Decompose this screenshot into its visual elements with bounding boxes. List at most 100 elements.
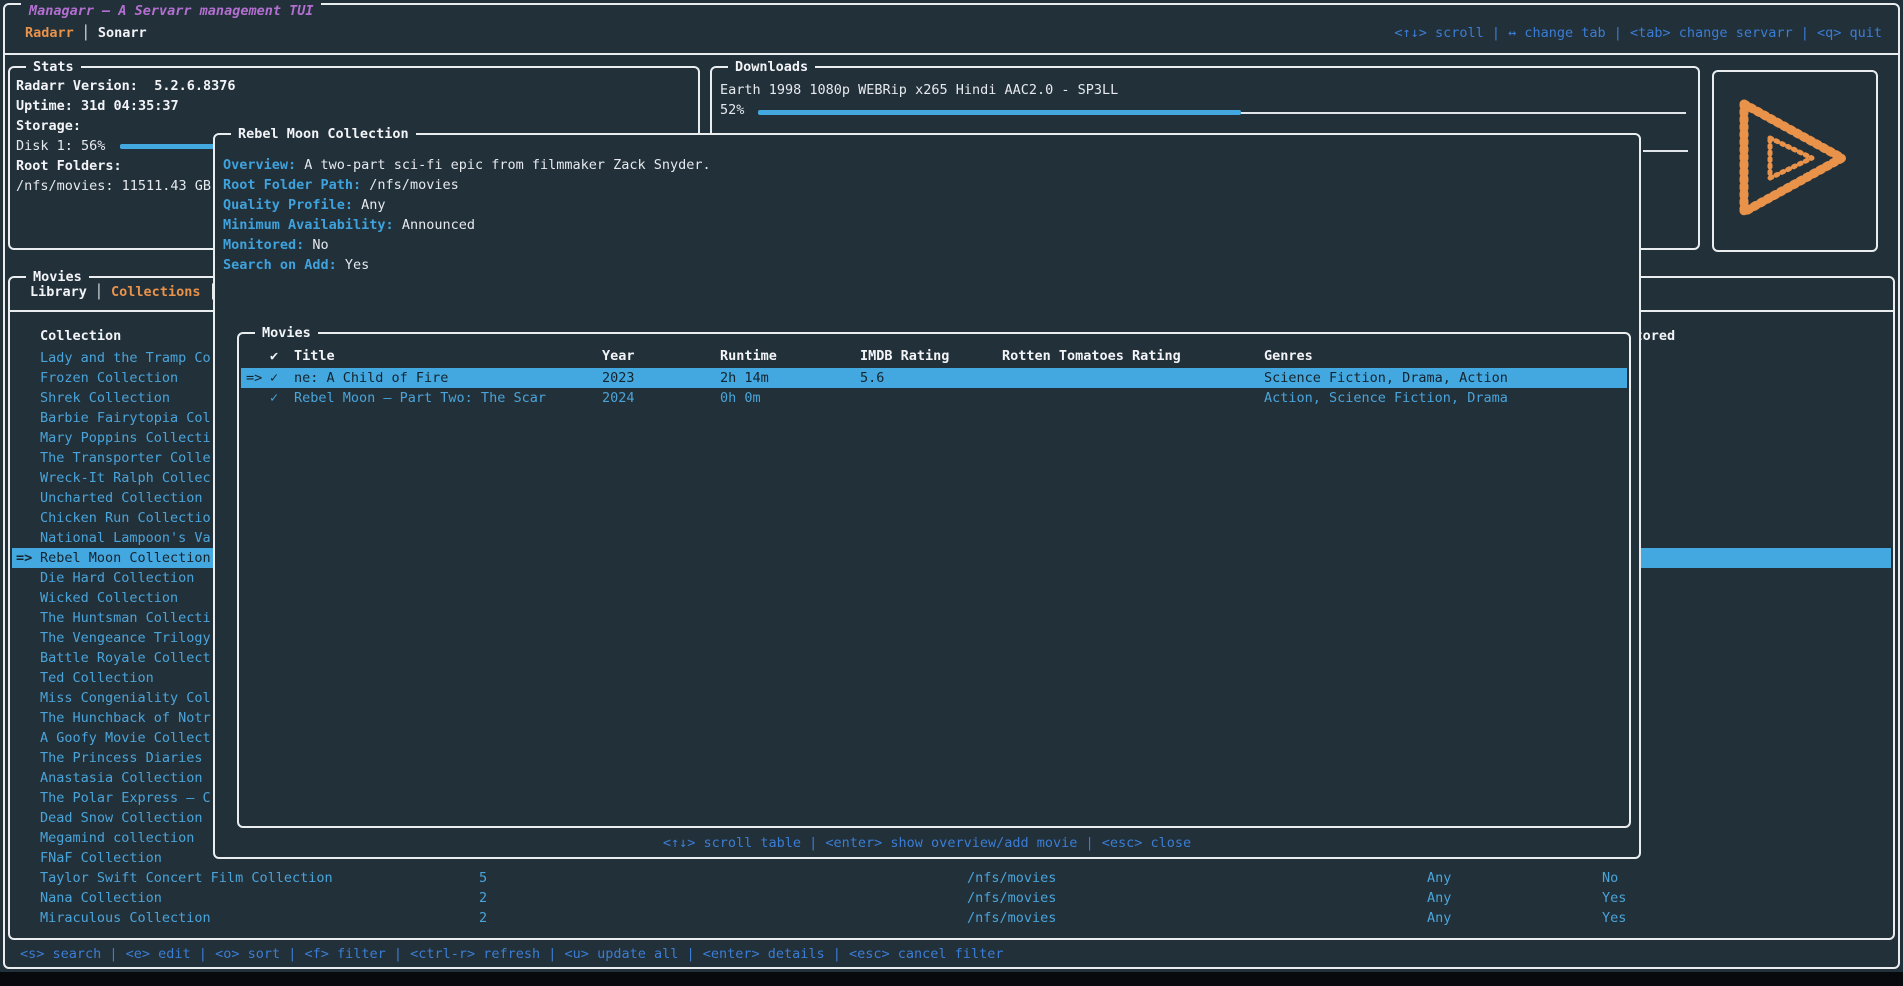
movie-genres-cell: Science Fiction, Drama, Action [1264,368,1508,388]
movie-row[interactable]: => ✓ ne: A Child of Fire 2023 2h 14m 5.6 Scien… [241,368,1627,388]
movie-runtime-cell: 2h 14m [720,368,769,388]
year-column-header: Year [602,346,635,366]
header-divider [3,53,1900,55]
collection-name: Uncharted Collection [40,488,203,508]
collection-quality-value: Any [1427,868,1451,888]
modal-title: Rebel Moon Collection [231,124,416,144]
field-value: No [304,237,328,253]
download-progress-label: 52% [720,100,744,120]
collection-name: Battle Royale Collect [40,648,211,668]
modal-field: Monitored: No [223,235,329,255]
tab-separator: │ [89,284,109,300]
modal-field: Quality Profile: Any [223,195,386,215]
modal-footer-keybinds: <↑↓> scroll table | <enter> show overvie… [215,833,1639,853]
genres-column-header: Genres [1264,346,1313,366]
collection-name: Wreck-It Ralph Collec [40,468,211,488]
collection-name: Lady and the Tramp Co [40,348,211,368]
collection-name: Anastasia Collection [40,768,203,788]
collection-name: The Polar Express – C [40,788,211,808]
movie-runtime-cell: 0h 0m [720,388,761,408]
terminal-strip [0,972,1903,986]
movie-marker-cell: => [246,368,262,388]
collection-name: Taylor Swift Concert Film Collection [40,868,333,888]
disk-usage-label: Disk 1: 56% [16,136,105,156]
servarr-tabs: Radarr│Sonarr [23,23,149,43]
collection-name: The Hunchback of Notr [40,708,211,728]
collection-name: FNaF Collection [40,848,162,868]
collection-root-value: /nfs/movies [967,888,1056,908]
field-value: Any [353,197,386,213]
movie-row[interactable]: ✓ Rebel Moon – Part Two: The Scar 2024 0h 0… [241,388,1627,408]
field-value: Announced [394,217,475,233]
stats-title: Stats [26,57,81,77]
movie-title-cell: ne: A Child of Fire [294,368,448,388]
movies-tabs: Library│Collections│ [28,282,223,302]
movie-check-cell: ✓ [270,368,278,388]
app-title: Managarr — A Servarr management TUI [21,1,321,21]
selected-row-marker: => [16,548,32,568]
download2-gauge-fragment [1643,150,1688,152]
tab-collections[interactable]: Collections [109,284,202,300]
bottom-keybinds: <s> search | <e> edit | <o> sort | <f> f… [20,944,1003,964]
field-value: /nfs/movies [361,177,459,193]
collection-name: Die Hard Collection [40,568,194,588]
collection-root-value: /nfs/movies [967,908,1056,928]
title-column-header: Title [294,346,335,366]
collection-quality-value: Any [1427,908,1451,928]
downloads-title: Downloads [728,57,815,77]
collection-movies-value: 2 [479,908,487,928]
tab-library[interactable]: Library [28,284,89,300]
movie-year-cell: 2024 [602,388,635,408]
tab-sonarr[interactable]: Sonarr [96,25,149,41]
field-label: Minimum Availability: [223,217,394,233]
modal-field: Search on Add: Yes [223,255,369,275]
collection-row[interactable]: Nana Collection2/nfs/moviesAnyYes [12,888,1891,908]
modal-field: Minimum Availability: Announced [223,215,475,235]
collection-name: Rebel Moon Collection [40,548,211,568]
field-label: Monitored: [223,237,304,253]
collection-quality-value: Any [1427,888,1451,908]
tab-separator: │ [76,25,96,41]
collection-root-value: /nfs/movies [967,868,1056,888]
tab-radarr[interactable]: Radarr [23,25,76,41]
collection-monitored-value: No [1602,868,1618,888]
collection-name: National Lampoon's Va [40,528,211,548]
collection-name: Miss Congeniality Col [40,688,211,708]
modal-field: Root Folder Path: /nfs/movies [223,175,459,195]
field-label: Quality Profile: [223,197,353,213]
collection-monitored-value: Yes [1602,888,1626,908]
collection-name: The Transporter Colle [40,448,211,468]
collection-row[interactable]: Miraculous Collection 2/nfs/movies Any Yes [12,908,1891,928]
collection-name: Miraculous Collection [40,908,211,928]
collection-name: Megamind collection [40,828,194,848]
radarr-version: Radarr Version: 5.2.6.8376 [16,76,235,96]
radarr-logo-icon [1730,90,1860,230]
movie-check-cell: ✓ [270,388,278,408]
collection-row[interactable]: Taylor Swift Concert Film Collection5/nf… [12,868,1891,888]
field-label: Root Folder Path: [223,177,361,193]
collection-name: The Princess Diaries [40,748,203,768]
collection-name: Ted Collection [40,668,154,688]
movie-title-cell: Rebel Moon – Part Two: The Scar [294,388,546,408]
modal-field: Overview: A two-part sci-fi epic from fi… [223,155,711,175]
check-column-header: ✔ [270,346,278,366]
collection-name: Barbie Fairytopia Col [40,408,211,428]
movie-imdb-cell: 5.6 [860,368,884,388]
imdb-column-header: IMDB Rating [860,346,949,366]
collection-name: Mary Poppins Collecti [40,428,211,448]
movie-year-cell: 2023 [602,368,635,388]
collection-name: Nana Collection [40,888,162,908]
field-value: A two-part sci-fi epic from filmmaker Za… [296,157,711,173]
top-keybinds: <↑↓> scroll | ↔ change tab | <tab> chang… [1394,23,1882,43]
collection-monitored-value: Yes [1602,908,1626,928]
logo-panel [1712,70,1878,252]
collection-details-modal: Rebel Moon Collection Overview: A two-pa… [213,133,1641,859]
root-folders-label: Root Folders: [16,156,122,176]
storage-label: Storage: [16,116,81,136]
field-label: Overview: [223,157,296,173]
collection-name: Frozen Collection [40,368,178,388]
collection-name: Dead Snow Collection [40,808,203,828]
collection-name: Wicked Collection [40,588,178,608]
collection-column-header: Collection [40,326,121,346]
movie-genres-cell: Action, Science Fiction, Drama [1264,388,1508,408]
